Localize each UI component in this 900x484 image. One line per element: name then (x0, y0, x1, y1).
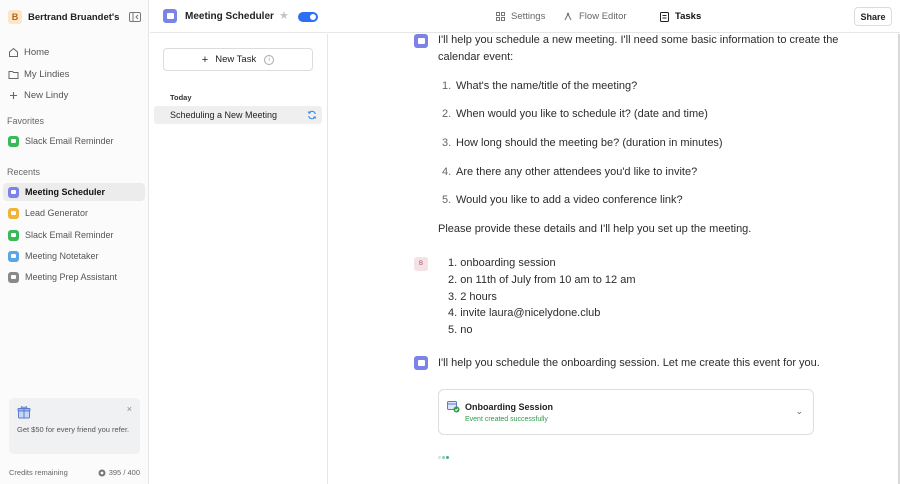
question-item: 1. What's the name/title of the meeting? (442, 80, 638, 92)
bot-message-outro: Please provide these details and I'll he… (438, 223, 752, 235)
grid-icon (496, 12, 505, 21)
nav-my-lindies-label: My Lindies (24, 68, 70, 80)
user-message-line: 1. onboarding session (448, 257, 556, 269)
referral-promo: × Get $50 for every friend you refer. (9, 398, 140, 454)
user-message-line: 2. on 11th of July from 10 am to 12 am (448, 274, 636, 286)
calendar-icon (414, 34, 428, 48)
collapse-sidebar-icon[interactable] (127, 9, 143, 25)
sidebar: B Bertrand Bruandet's... Home My Lindies… (0, 0, 149, 484)
calendar-icon (414, 356, 428, 370)
bot-message-reply: I'll help you schedule the onboarding se… (438, 357, 820, 369)
app-label: Meeting Notetaker (25, 251, 99, 261)
user-message-line: 4. invite laura@nicelydone.club (448, 307, 601, 319)
credits-icon (98, 469, 106, 476)
nav-new-lindy-label: New Lindy (24, 89, 69, 101)
agent-name[interactable]: Meeting Scheduler (185, 11, 274, 22)
share-button[interactable]: Share (854, 7, 892, 26)
calendar-icon (8, 186, 19, 198)
nav-new-lindy[interactable]: New Lindy (7, 86, 68, 104)
app-label: Slack Email Reminder (25, 230, 114, 240)
credits-label: Credits remaining (9, 468, 68, 477)
app-icon (8, 207, 19, 219)
task-item[interactable]: Scheduling a New Meeting (154, 106, 322, 124)
app-label: Lead Generator (25, 208, 89, 218)
star-icon[interactable]: ★ (279, 9, 289, 22)
tab-flow-editor[interactable]: Flow Editor (563, 11, 627, 22)
tab-tasks[interactable]: Tasks (660, 11, 701, 22)
recent-meeting-scheduler[interactable]: Meeting Scheduler (3, 183, 145, 201)
tab-settings-label: Settings (511, 11, 546, 22)
new-task-button[interactable]: + New Task i (163, 48, 313, 71)
nav-my-lindies[interactable]: My Lindies (7, 65, 69, 83)
plus-icon: + (201, 53, 209, 66)
app-label: Slack Email Reminder (25, 136, 114, 146)
app-label: Meeting Prep Assistant (25, 272, 118, 282)
plus-icon (7, 89, 19, 101)
flow-icon (563, 12, 573, 22)
question-item: 5. Would you like to add a video conferen… (442, 194, 683, 206)
workspace-switcher[interactable]: B Bertrand Bruandet's... (8, 9, 142, 25)
promo-text: Get $50 for every friend you refer. (17, 425, 130, 434)
tab-tasks-label: Tasks (675, 11, 702, 22)
app-icon (8, 135, 19, 147)
new-task-label: New Task (215, 54, 257, 65)
app-label: Meeting Scheduler (25, 187, 106, 197)
recent-meeting-notetaker[interactable]: Meeting Notetaker (3, 247, 145, 265)
event-status: Event created successfully (465, 416, 548, 423)
question-item: 3. How long should the meeting be? (durat… (442, 137, 723, 149)
chat-thread: I'll help you schedule a new meeting. I'… (329, 34, 900, 484)
workspace-avatar: B (8, 10, 22, 24)
user-avatar: B (414, 257, 428, 271)
credits-value-wrap: 395 / 400 (98, 468, 140, 477)
nav-home-label: Home (24, 46, 50, 58)
typing-indicator (438, 456, 450, 459)
nav-home[interactable]: Home (7, 43, 49, 61)
chevron-down-icon[interactable]: ⌄ (795, 406, 803, 417)
credits-footer: Credits remaining 395 / 400 (9, 468, 140, 477)
app-icon (8, 271, 19, 283)
home-icon (7, 46, 19, 58)
info-icon[interactable]: i (264, 54, 275, 65)
recents-label: Recents (7, 167, 41, 177)
workspace-name: Bertrand Bruandet's... (28, 11, 120, 23)
close-icon[interactable]: × (127, 404, 132, 414)
app-icon (8, 250, 19, 262)
chevron-down-icon[interactable]: ⌄ (263, 10, 270, 19)
question-item: 4. Are there any other attendees you'd li… (442, 166, 698, 178)
top-bar: Meeting Scheduler ⌄ ★ Settings Flow Edit… (150, 0, 900, 33)
tasks-icon (660, 11, 669, 22)
recent-slack-email-reminder[interactable]: Slack Email Reminder (3, 226, 145, 244)
task-item-label: Scheduling a New Meeting (170, 110, 278, 120)
bot-message-intro: I'll help you schedule a new meeting. I'… (438, 34, 839, 46)
app-icon (8, 229, 19, 241)
calendar-icon (163, 9, 177, 23)
favorite-slack-email-reminder[interactable]: Slack Email Reminder (3, 132, 145, 150)
question-item: 2. When would you like to schedule it? (d… (442, 108, 708, 120)
user-message-line: 3. 2 hours (448, 291, 497, 303)
credits-value: 395 / 400 (108, 468, 140, 477)
sync-icon (307, 110, 317, 122)
folder-icon (7, 68, 19, 80)
recent-lead-generator[interactable]: Lead Generator (3, 204, 145, 222)
event-created-card[interactable]: Onboarding Session Event created success… (438, 389, 814, 435)
event-title: Onboarding Session (465, 402, 554, 412)
favorites-label: Favorites (7, 116, 45, 126)
gift-icon (17, 405, 31, 424)
tab-flow-editor-label: Flow Editor (579, 11, 627, 22)
tasks-panel: + New Task i Today Scheduling a New Meet… (150, 34, 328, 484)
recent-meeting-prep-assistant[interactable]: Meeting Prep Assistant (3, 268, 145, 286)
user-message-line: 5. no (448, 324, 473, 336)
calendar-check-icon (447, 400, 460, 418)
agent-active-toggle[interactable] (298, 12, 318, 22)
bot-message-intro-2: calendar event: (438, 51, 514, 63)
tab-settings[interactable]: Settings (496, 11, 545, 22)
task-group-label: Today (170, 93, 192, 102)
